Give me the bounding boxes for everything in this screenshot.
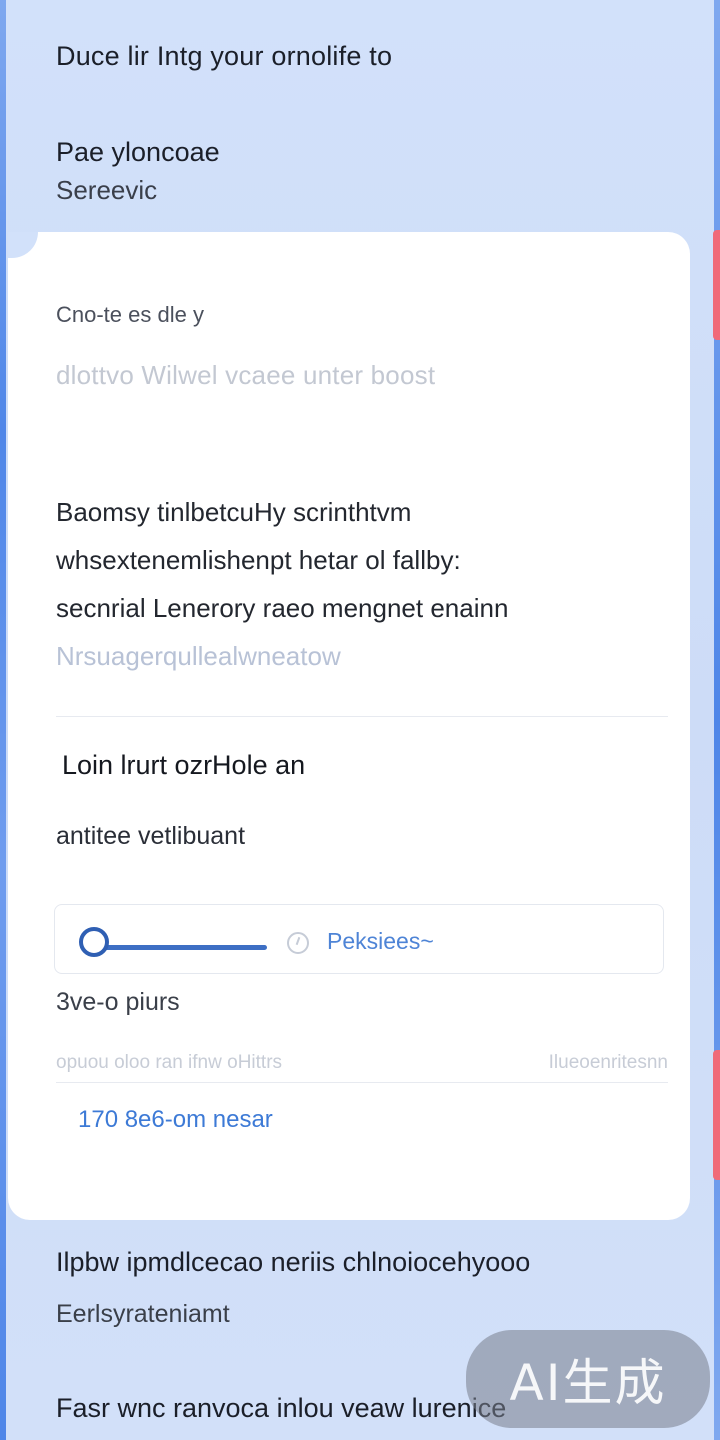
divider xyxy=(56,716,668,717)
paragraph-line: Baomsy tinlbetcuHy scrinthtvm xyxy=(56,497,412,527)
right-edge-bar xyxy=(714,0,720,1440)
section-subtitle: antitee vetlibuant xyxy=(56,822,246,850)
option-label: 3ve-o piurs xyxy=(56,988,180,1016)
paragraph-line: whsextenemlishenpt hetar ol fallby: xyxy=(56,545,461,575)
description-paragraph: Baomsy tinlbetcuHy scrinthtvm whsextenem… xyxy=(56,488,668,680)
section-title: Loin lrurt ozrHole an xyxy=(62,750,306,780)
page-subtitle: Pae yloncoae xyxy=(56,137,220,167)
page-caption: Sereevic xyxy=(56,175,158,205)
header-section: Duce lir Intg your ornolife to Pae ylonc… xyxy=(56,30,676,210)
paragraph-line: secnrial Lenerory raeo mengnet enainn xyxy=(56,593,509,623)
clock-icon xyxy=(287,932,309,954)
divider xyxy=(56,1082,668,1083)
option-hints: opuou oloo ran ifnw oHittrs Ilueoenrites… xyxy=(56,1052,668,1074)
option-value-link[interactable]: 170 8e6-om nesar xyxy=(78,1106,273,1134)
page-heading: Duce lir Intg your ornolife to xyxy=(56,41,393,71)
footer-title: Ilpbw ipmdlcecao neriis chlnoiocehyooo xyxy=(56,1247,531,1277)
slider-handle[interactable] xyxy=(79,927,109,957)
slider-field: Peksiees~ xyxy=(54,904,664,974)
field-label: Cno-te es dle y xyxy=(56,302,204,327)
right-accent-bottom xyxy=(713,1050,720,1180)
option-hint: opuou oloo ran ifnw oHittrs xyxy=(56,1052,283,1073)
left-edge-bar xyxy=(0,0,6,1440)
slider-link[interactable]: Peksiees~ xyxy=(327,925,434,957)
text-input[interactable]: dlottvo Wilwel vcaee unter boost xyxy=(56,360,435,391)
option-hint: Ilueoenritesnn xyxy=(548,1052,668,1073)
right-accent-top xyxy=(713,230,720,340)
footer-subtitle: Eerlsyrateniamt xyxy=(56,1300,230,1328)
slider-track[interactable] xyxy=(81,945,267,950)
app-screen: Duce lir Intg your ornolife to Pae ylonc… xyxy=(0,0,720,1440)
ai-generated-watermark: AI生成 xyxy=(466,1330,710,1428)
paragraph-line-faded: Nrsuagerqullealwneatow xyxy=(56,641,341,671)
